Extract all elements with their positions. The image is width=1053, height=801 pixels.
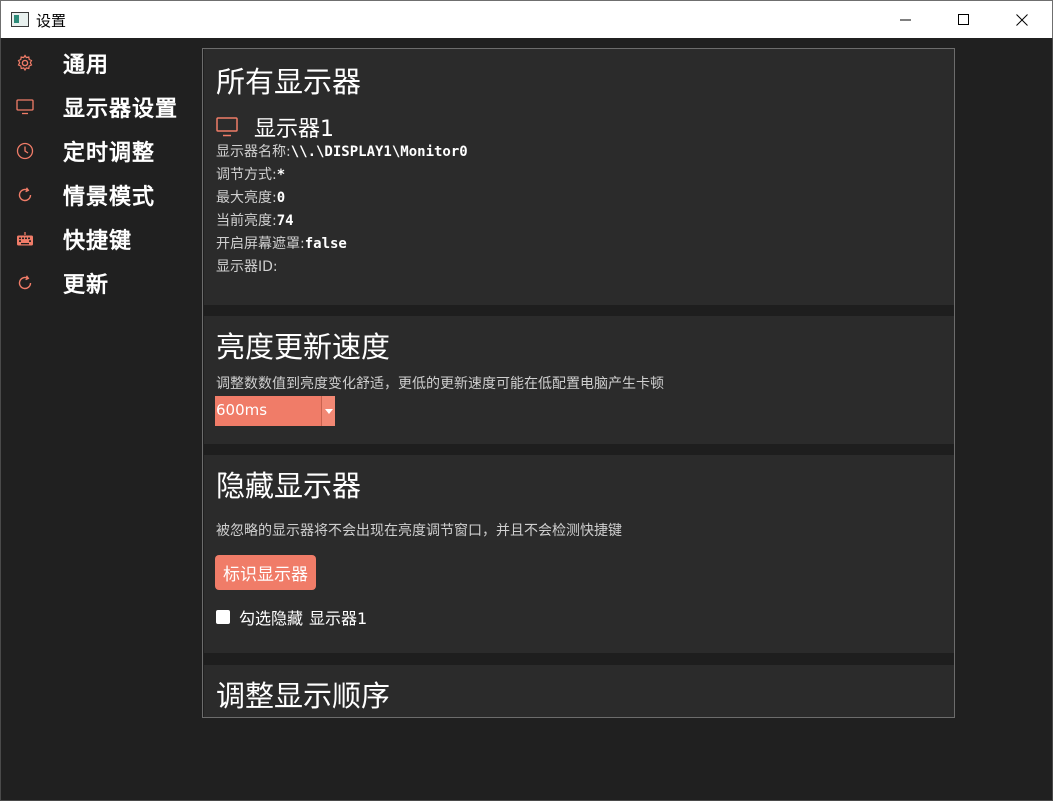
sidebar-item-label: 更新 (63, 273, 110, 298)
info-value: \\.\DISPLAY1\Monitor0 (290, 144, 468, 160)
clock-icon (15, 141, 35, 161)
sidebar-item-general[interactable]: 通用 (1, 44, 196, 82)
identify-monitor-button[interactable]: 标识显示器 (215, 555, 316, 590)
info-monitor-id: 显示器ID: (216, 256, 278, 276)
select-value: 600ms (216, 401, 268, 419)
window-body: 通用 显示器设置 定时调整 情景模式 快捷键 更新 所有显示器 显示器1 显示器… (0, 38, 1053, 801)
update-speed-card: 亮度更新速度 调整数数值到亮度变化舒适，更低的更新速度可能在低配置电脑产生卡顿 … (204, 316, 954, 444)
sidebar-item-label: 显示器设置 (63, 97, 179, 122)
info-value: 0 (276, 190, 286, 206)
info-label: 显示器ID: (216, 259, 278, 275)
chevron-down-icon[interactable] (321, 396, 335, 426)
hide-monitors-card: 隐藏显示器 被忽略的显示器将不会出现在亮度调节窗口，并且不会检测快捷键 标识显示… (204, 455, 954, 653)
checkbox-text: 勾选隐藏 (239, 609, 304, 628)
update-speed-select[interactable]: 600ms (215, 396, 335, 426)
sidebar-item-hotkeys[interactable]: 快捷键 (1, 220, 196, 258)
maximize-button[interactable] (935, 1, 993, 39)
info-display-name: 显示器名称:\\.\DISPLAY1\Monitor0 (216, 141, 468, 161)
monitor-icon (15, 97, 35, 117)
section-description: 调整数数值到亮度变化舒适，更低的更新速度可能在低配置电脑产生卡顿 (216, 376, 664, 392)
monitor-icon (216, 117, 238, 137)
gear-icon (15, 53, 35, 73)
maximize-icon (958, 14, 969, 25)
info-value: * (276, 167, 286, 183)
checkbox-label: 勾选隐藏 显示器1 (239, 605, 367, 629)
minimize-icon (900, 19, 911, 21)
sidebar-item-scene-mode[interactable]: 情景模式 (1, 176, 196, 214)
display-order-card: 调整显示顺序 (204, 665, 954, 717)
info-label: 当前亮度: (216, 213, 277, 229)
section-title: 隐藏显示器 (216, 469, 362, 503)
title-bar[interactable]: 设置 (0, 0, 1053, 38)
sidebar-item-monitor-settings[interactable]: 显示器设置 (1, 88, 196, 126)
settings-content[interactable]: 所有显示器 显示器1 显示器名称:\\.\DISPLAY1\Monitor0 调… (202, 48, 955, 718)
sidebar-item-label: 情景模式 (63, 185, 156, 210)
keyboard-icon (15, 229, 35, 249)
minimize-button[interactable] (877, 1, 935, 39)
sidebar-item-label: 通用 (63, 53, 110, 78)
section-title: 所有显示器 (216, 65, 362, 99)
section-title: 调整显示顺序 (216, 679, 391, 713)
app-icon (11, 12, 29, 27)
checkbox-monitor-name: 显示器1 (309, 609, 368, 628)
close-icon (1016, 14, 1028, 26)
info-label: 开启屏幕遮罩: (216, 236, 305, 252)
info-adjust-mode: 调节方式:* (216, 164, 285, 184)
hide-monitor-checkbox[interactable] (216, 610, 230, 624)
close-button[interactable] (993, 1, 1051, 39)
info-max-brightness: 最大亮度:0 (216, 187, 285, 207)
sidebar-item-label: 快捷键 (63, 229, 133, 254)
section-description: 被忽略的显示器将不会出现在亮度调节窗口，并且不会检测快捷键 (216, 523, 622, 539)
refresh-icon (15, 273, 35, 293)
info-label: 调节方式: (216, 167, 277, 183)
info-value: 74 (276, 213, 294, 229)
sidebar-item-label: 定时调整 (63, 141, 156, 166)
info-current-brightness: 当前亮度:74 (216, 210, 294, 230)
refresh-icon (15, 185, 35, 205)
sidebar-item-update[interactable]: 更新 (1, 264, 196, 302)
info-label: 显示器名称: (216, 144, 291, 160)
hide-monitor-checkbox-row[interactable]: 勾选隐藏 显示器1 (216, 605, 367, 629)
section-title: 亮度更新速度 (216, 330, 391, 364)
monitor-name: 显示器1 (254, 117, 334, 142)
info-value: false (304, 236, 347, 252)
window-title: 设置 (36, 12, 67, 30)
info-screen-mask: 开启屏幕遮罩:false (216, 233, 347, 253)
info-label: 最大亮度: (216, 190, 277, 206)
monitor-header: 显示器1 (216, 111, 334, 143)
all-monitors-card: 所有显示器 显示器1 显示器名称:\\.\DISPLAY1\Monitor0 调… (204, 49, 954, 305)
sidebar-item-schedule[interactable]: 定时调整 (1, 132, 196, 170)
